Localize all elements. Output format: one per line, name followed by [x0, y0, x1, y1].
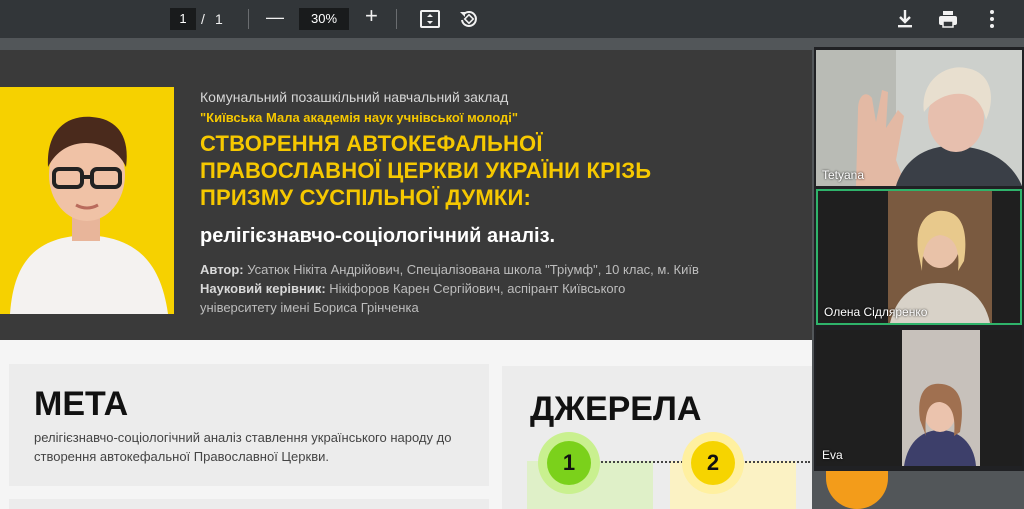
zoom-level-input[interactable]: 30% [299, 8, 349, 30]
poster-title-line: СТВОРЕННЯ АВТОКЕФАЛЬНОЇ [200, 131, 543, 156]
participant-tile[interactable]: Eva [816, 330, 1022, 466]
goal-card [9, 364, 489, 486]
author-photo [0, 87, 174, 314]
print-icon[interactable] [937, 8, 959, 30]
pdf-toolbar: 1 / 1 — 30% + [0, 0, 1024, 38]
poster-subtitle: релігієзнавчо-соціологічний аналіз. [200, 225, 556, 247]
download-icon[interactable] [895, 8, 915, 30]
advisor-value: Нікіфоров Карен Сергійович, аспірант Киї… [329, 281, 626, 296]
institution-text: Комунальний позашкільний навчальний закл… [200, 89, 509, 105]
video-call-panel: Tetyana Олена Сідляренко Eva [814, 47, 1024, 471]
fit-page-icon[interactable] [419, 8, 441, 30]
rotate-icon[interactable] [458, 8, 480, 30]
page-number-input[interactable]: 1 [170, 8, 196, 30]
author-value: Усатюк Нікіта Андрійович, Спеціалізована… [247, 262, 699, 277]
author-portrait-image [0, 87, 174, 314]
step-1-label: 1 [562, 450, 576, 475]
poster-title-line: ПРИЗМУ СУСПІЛЬНОЇ ДУМКИ: [200, 185, 532, 210]
participant-video-image [816, 50, 1022, 186]
advisor-value-line2: університету імені Бориса Грінченка [200, 300, 419, 315]
poster-meta: Автор: Усатюк Нікіта Андрійович, Спеціал… [200, 260, 800, 317]
participant-video-image [818, 191, 1020, 323]
page-separator: / [201, 11, 205, 27]
participant-tile[interactable]: Tetyana [816, 50, 1022, 186]
poster-header: Комунальний позашкільний навчальний закл… [0, 50, 812, 340]
toolbar-divider [248, 9, 249, 29]
participant-name: Олена Сідляренко [824, 305, 928, 319]
goal-text: релігієзнавчо-соціологічний аналіз ставл… [34, 430, 452, 464]
zoom-out-button[interactable]: — [266, 7, 284, 27]
poster-title: СТВОРЕННЯ АВТОКЕФАЛЬНОЇ ПРАВОСЛАВНОЇ ЦЕР… [200, 130, 800, 211]
participant-tile[interactable]: Олена Сідляренко [816, 189, 1022, 325]
advisor-label: Науковий керівник: [200, 281, 326, 296]
more-options-icon[interactable] [984, 8, 1000, 30]
toolbar-divider [396, 9, 397, 29]
page-total: 1 [215, 11, 223, 27]
goal-heading: МЕТА [34, 385, 129, 423]
step-1-badge: 1 [538, 432, 600, 494]
participant-name: Eva [822, 448, 843, 462]
zoom-in-button[interactable]: + [365, 5, 378, 27]
participant-name: Tetyana [822, 168, 865, 182]
step-2-badge: 2 [682, 432, 744, 494]
sources-heading: ДЖЕРЕЛА [530, 390, 702, 428]
participant-video-image [816, 330, 1022, 466]
author-label: Автор: [200, 262, 244, 277]
lower-card [9, 499, 489, 509]
academy-text: "Київська Мала академія наук учнівської … [200, 110, 519, 125]
poster-title-line: ПРАВОСЛАВНОЇ ЦЕРКВИ УКРАЇНИ КРІЗЬ [200, 158, 652, 183]
step-2-label: 2 [706, 450, 720, 475]
